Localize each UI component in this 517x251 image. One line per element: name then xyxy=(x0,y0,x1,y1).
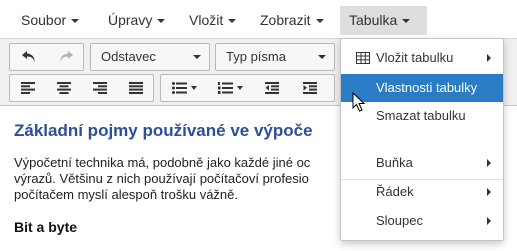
chevron-down-icon xyxy=(318,55,326,59)
chevron-down-icon xyxy=(402,19,411,24)
indent-icon xyxy=(303,82,317,94)
list-indent-group xyxy=(160,74,335,102)
menu-item-bunka[interactable]: Buňka xyxy=(341,149,503,177)
tabulka-dropdown-menu: Vložit tabulku Vlastnosti tabulky Smazat… xyxy=(340,38,504,241)
align-center-button[interactable] xyxy=(46,75,82,101)
document-heading: Základní pojmy používané ve výpoče xyxy=(14,121,313,140)
format-select-value: Odstavec xyxy=(101,49,156,64)
chevron-down-icon xyxy=(157,19,166,24)
chevron-down-icon xyxy=(236,86,243,90)
menu-item-label: Vlastnosti tabulky xyxy=(376,80,478,95)
menu-item-sloupec[interactable]: Sloupec xyxy=(341,207,503,235)
menu-soubor[interactable]: Soubor xyxy=(12,6,88,35)
menu-label: Zobrazit xyxy=(260,12,311,28)
font-select-value: Typ písma xyxy=(226,49,286,64)
outdent-icon xyxy=(265,82,279,94)
document-subheading: Bit a byte xyxy=(14,219,78,235)
chevron-down-icon xyxy=(193,55,201,59)
menu-item-label: Řádek xyxy=(376,184,414,199)
menu-item-label: Sloupec xyxy=(376,213,423,228)
align-right-icon xyxy=(93,82,107,94)
chevron-right-icon xyxy=(487,217,491,225)
menu-upravy[interactable]: Úpravy xyxy=(99,6,174,35)
indent-button[interactable] xyxy=(291,75,329,101)
align-center-icon xyxy=(57,82,71,94)
undo-button[interactable] xyxy=(10,44,47,70)
align-justify-button[interactable] xyxy=(118,75,154,101)
menu-label: Soubor xyxy=(21,12,67,28)
chevron-right-icon xyxy=(487,188,491,196)
align-justify-icon xyxy=(129,82,143,94)
menubar: Soubor Úpravy Vložit Zobrazit Tabulka xyxy=(0,0,517,39)
numbered-list-icon xyxy=(217,82,233,94)
chevron-down-icon xyxy=(71,19,80,24)
menu-item-label: Vložit tabulku xyxy=(376,50,454,65)
undo-icon xyxy=(21,51,35,62)
format-select[interactable]: Odstavec xyxy=(90,43,210,71)
redo-button[interactable] xyxy=(47,44,84,70)
chevron-down-icon xyxy=(228,19,237,24)
alignment-group xyxy=(9,74,154,102)
redo-icon xyxy=(59,51,73,62)
font-select[interactable]: Typ písma xyxy=(215,43,335,71)
menu-vlozit[interactable]: Vložit xyxy=(180,6,245,35)
bullet-list-icon xyxy=(171,82,187,94)
chevron-down-icon xyxy=(190,86,197,90)
align-left-button[interactable] xyxy=(10,75,46,101)
chevron-right-icon xyxy=(487,54,491,62)
align-left-icon xyxy=(21,82,35,94)
table-icon xyxy=(356,52,370,64)
align-right-button[interactable] xyxy=(82,75,118,101)
outdent-button[interactable] xyxy=(253,75,291,101)
menu-item-radek[interactable]: Řádek xyxy=(341,178,503,206)
menu-label: Úpravy xyxy=(108,12,153,28)
numbered-list-button[interactable] xyxy=(207,75,253,101)
menu-tabulka[interactable]: Tabulka xyxy=(340,6,427,35)
chevron-right-icon xyxy=(487,159,491,167)
menu-item-vlozit-tabulku[interactable]: Vložit tabulku xyxy=(341,44,503,72)
undo-redo-group xyxy=(9,43,84,71)
menu-item-label: Smazat tabulku xyxy=(376,108,466,123)
bullet-list-button[interactable] xyxy=(161,75,207,101)
menu-label: Vložit xyxy=(189,12,224,28)
menu-item-label: Buňka xyxy=(376,155,413,170)
chevron-down-icon xyxy=(315,19,324,24)
mouse-pointer-icon xyxy=(352,92,366,112)
menu-label: Tabulka xyxy=(349,12,398,28)
menu-zobrazit[interactable]: Zobrazit xyxy=(251,6,333,35)
